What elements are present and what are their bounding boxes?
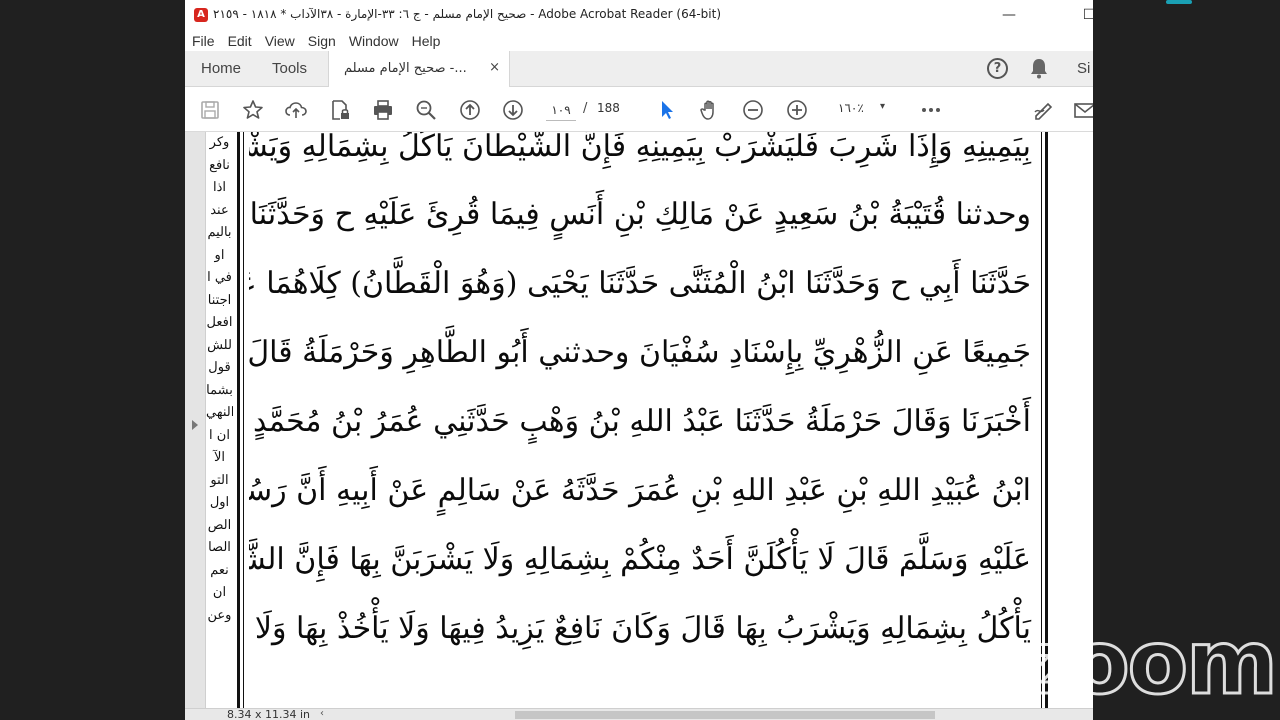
margin-word: الآ (213, 450, 226, 465)
menu-sign[interactable]: Sign (308, 33, 336, 49)
status-bar: 8.34 x 11.34 in ‹ (185, 708, 1093, 720)
title-bar: A صحيح الإمام مسلم - ج ٦: ٣٣-الإمارة - ٣… (185, 0, 1093, 31)
margin-word: الص (207, 517, 232, 533)
margin-word: النهي (206, 405, 233, 420)
margin-word: بشما (206, 382, 233, 398)
window-title: صحيح الإمام مسلم - ج ٦: ٣٣-الإمارة - ٣٨ا… (213, 7, 722, 21)
tab-tools[interactable]: Tools (272, 60, 307, 77)
page-size-label: 8.34 x 11.34 in (227, 708, 311, 720)
menu-view[interactable]: View (265, 33, 295, 49)
page-down-icon[interactable] (501, 98, 525, 122)
desktop-background: A صحيح الإمام مسلم - ج ٦: ٣٣-الإمارة - ٣… (0, 0, 1280, 720)
current-page-input[interactable]: ١٠٩ (546, 99, 576, 121)
minimize-button[interactable]: — (997, 4, 1021, 26)
page-frame-line (237, 132, 240, 708)
margin-word: وعن (207, 607, 232, 623)
notification-bell-icon[interactable] (1029, 57, 1049, 79)
text-line: أَخْبَرَنَا وَقَالَ حَرْمَلَةُ حَدَّثَنَ… (249, 404, 1031, 439)
print-icon[interactable] (371, 98, 395, 122)
overlay-accent (1166, 0, 1192, 4)
margin-word: افعل (206, 315, 233, 330)
email-icon[interactable] (1073, 98, 1093, 122)
margin-word: الصا (208, 540, 231, 555)
zoom-level[interactable]: ١٦٠٪ (838, 101, 864, 115)
tab-bar: Home Tools صحيح الإمام مسلم -... × ? Si (185, 51, 1093, 87)
menu-edit[interactable]: Edit (228, 33, 252, 49)
more-icon[interactable] (919, 98, 943, 122)
text-line: جَمِيعًا عَنِ الزُّهْرِيِّ بِإِسْنَادِ س… (249, 335, 1031, 370)
text-line: حَدَّثَنَا أَبِي ح وَحَدَّثَنَا ابْنُ ال… (249, 266, 1031, 301)
margin-word: قول (208, 360, 231, 375)
margin-word: باليم (207, 225, 232, 240)
margin-word: للش (207, 337, 232, 353)
tab-document[interactable]: صحيح الإمام مسلم -... × (328, 51, 510, 87)
lock-file-icon[interactable] (328, 98, 352, 122)
acrobat-app-icon: A (194, 8, 208, 22)
text-line: وحدثنا قُتَيْبَةُ بْنُ سَعِيدٍ عَنْ مَال… (249, 197, 1031, 232)
cursor-icon[interactable] (655, 98, 679, 122)
margin-word: عند (210, 202, 229, 218)
margin-word: نعم (210, 562, 229, 578)
tab-home[interactable]: Home (201, 60, 241, 77)
text-line: ابْنُ عُبَيْدِ اللهِ بْنِ عَبْدِ اللهِ ب… (249, 473, 1031, 508)
margin-word: اول (209, 495, 230, 510)
page-up-icon[interactable] (458, 98, 482, 122)
zoom-watermark: zoom (1019, 611, 1280, 714)
zoom-in-icon[interactable] (785, 98, 809, 122)
text-line: بِيَمِينِهِ وَإِذَا شَرِبَ فَلْيَشْرَبْ … (249, 132, 1031, 164)
star-icon[interactable] (241, 98, 265, 122)
text-line: يَأْكُلُ بِشِمَالِهِ وَيَشْرَبُ بِهَا قَ… (249, 611, 1031, 646)
zoom-dropdown-icon[interactable]: ▾ (880, 101, 885, 112)
horizontal-scrollbar[interactable] (515, 711, 935, 719)
margin-word: التو (210, 472, 229, 488)
hand-icon[interactable] (698, 98, 722, 122)
menu-help[interactable]: Help (412, 33, 441, 49)
status-arrow-icon[interactable]: ‹ (320, 708, 324, 719)
page-margin-column: وكر نافع اذا عند باليم او في ا اجتنا افع… (206, 132, 233, 708)
expand-pane-icon[interactable] (192, 420, 198, 430)
maximize-button[interactable]: ☐ (1077, 4, 1093, 26)
zoom-out-icon[interactable] (741, 98, 765, 122)
main-toolbar: ١٠٩ / 188 ١٦٠٪ ▾ (185, 87, 1093, 132)
page-separator: / (583, 101, 588, 116)
navigation-pane-strip[interactable] (185, 132, 206, 708)
menu-bar: File Edit View Sign Window Help (185, 31, 1093, 51)
margin-word: نافع (209, 157, 230, 173)
save-icon[interactable] (198, 98, 222, 122)
margin-word: في ا (207, 270, 232, 285)
help-icon[interactable]: ? (987, 58, 1008, 79)
text-line: عَلَيْهِ وَسَلَّمَ قَالَ لَا يَأْكُلَنَّ… (249, 542, 1031, 577)
page-text-area: بِيَمِينِهِ وَإِذَا شَرِبَ فَلْيَشْرَبْ … (249, 132, 1037, 708)
margin-word: اجتنا (207, 292, 232, 308)
margin-word: ان (212, 585, 227, 600)
page-frame-line (243, 132, 244, 708)
margin-word: اذا (212, 180, 226, 195)
document-viewer[interactable]: وكر نافع اذا عند باليم او في ا اجتنا افع… (185, 132, 1093, 708)
margin-word: وكر (209, 135, 230, 150)
sign-in-link[interactable]: Si (1077, 60, 1090, 77)
margin-word: او (214, 247, 225, 263)
sign-icon[interactable] (1032, 98, 1056, 122)
acrobat-window: A صحيح الإمام مسلم - ج ٦: ٣٣-الإمارة - ٣… (185, 0, 1093, 720)
search-icon[interactable] (414, 98, 438, 122)
menu-window[interactable]: Window (349, 33, 399, 49)
total-pages: 188 (597, 101, 620, 115)
margin-word: ان ا (209, 427, 230, 443)
menu-file[interactable]: File (192, 33, 215, 49)
upload-icon[interactable] (284, 98, 308, 122)
close-tab-icon[interactable]: × (489, 60, 500, 75)
document-tab-label: صحيح الإمام مسلم -... (344, 61, 467, 76)
